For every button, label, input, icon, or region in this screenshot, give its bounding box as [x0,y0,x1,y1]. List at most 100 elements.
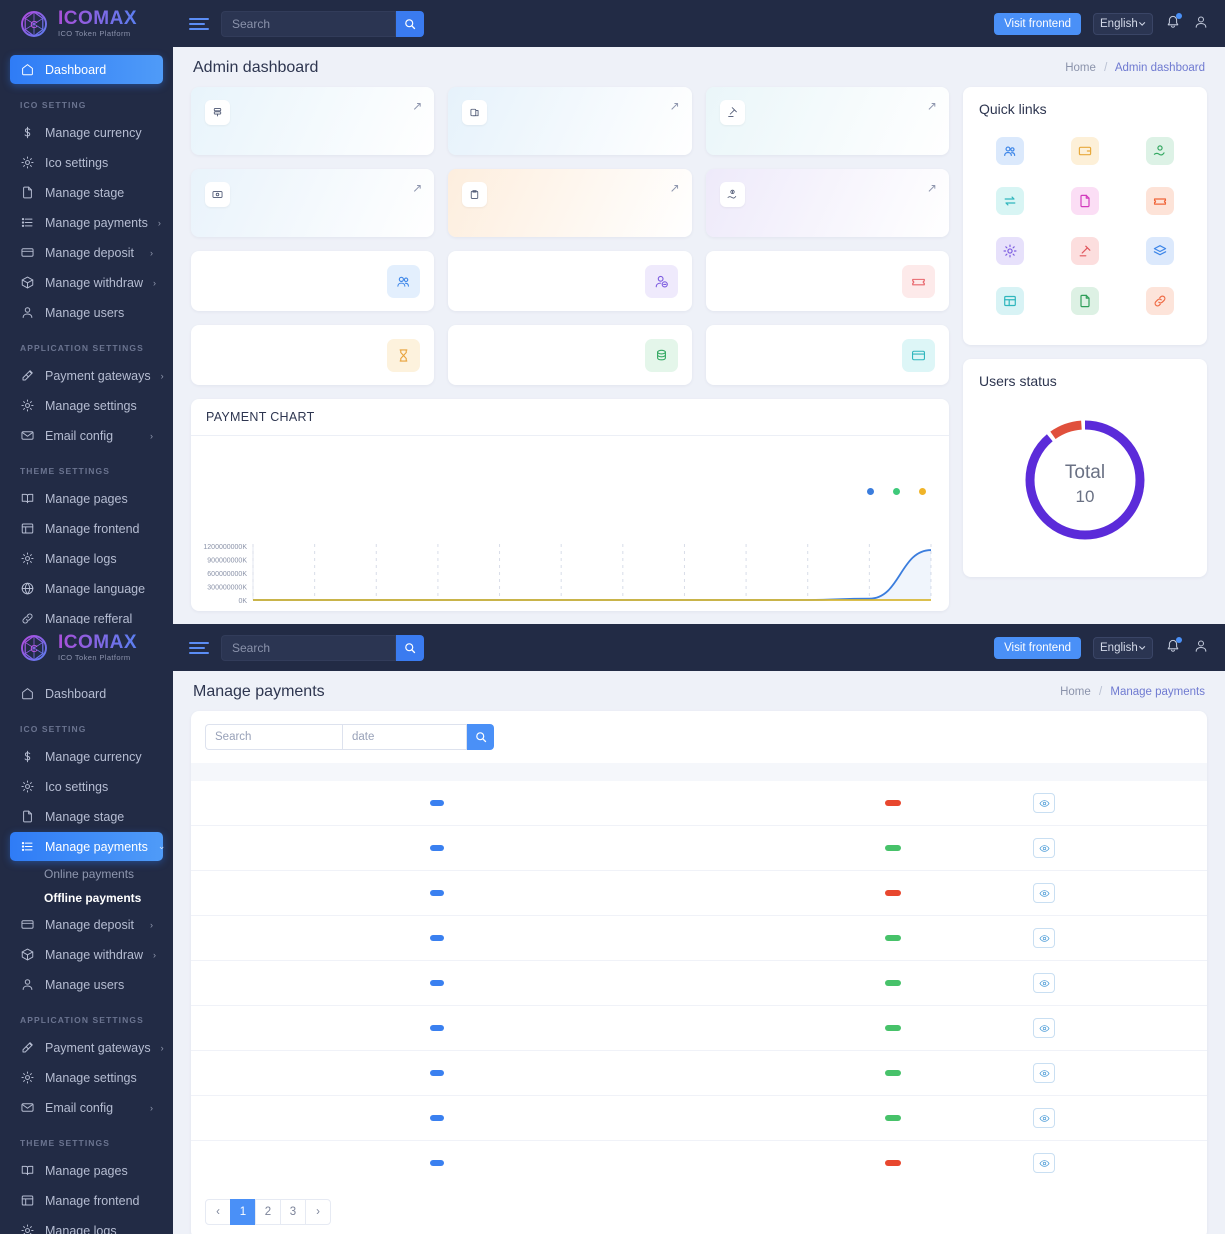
mini-stat-card[interactable] [448,325,691,385]
sidebar-item-payment-gateways[interactable]: Payment gateways › [10,1033,163,1062]
language-select[interactable]: English [1093,637,1153,659]
sidebar-item-manage-settings[interactable]: Manage settings [10,391,163,420]
sidebar-item-manage-deposit[interactable]: Manage deposit › [10,910,163,939]
stat-card[interactable]: ↗ [191,169,434,237]
sidebar-item-manage-withdraw[interactable]: Manage withdraw › [10,268,163,297]
payments-date-input[interactable] [342,724,467,750]
sidebar-item-dashboard[interactable]: Dashboard [10,55,163,84]
search-button[interactable] [396,635,424,661]
sidebar-item-payment-gateways[interactable]: Payment gateways › [10,361,163,390]
breadcrumb-home[interactable]: Home [1065,62,1096,74]
mini-stat-card[interactable] [706,251,949,311]
quick-link-logs[interactable] [1048,279,1123,329]
view-details-button[interactable] [1033,973,1055,993]
quick-link-users[interactable] [973,129,1048,179]
menu-toggle-icon[interactable] [189,639,209,657]
payments-search-button[interactable] [467,724,494,750]
quick-link-payments[interactable] [973,179,1048,229]
sidebar-subitem-offline-payments[interactable]: Offline payments [10,886,163,910]
sidebar-item-manage-withdraw[interactable]: Manage withdraw › [10,940,163,969]
visit-frontend-button[interactable]: Visit frontend [994,637,1081,659]
sidebar-item-manage-settings[interactable]: Manage settings [10,1063,163,1092]
search-input[interactable] [221,11,396,37]
sidebar-item-manage-pages[interactable]: Manage pages [10,484,163,513]
menu-toggle-icon[interactable] [189,15,209,33]
sidebar-item-manage-language[interactable]: Manage language [10,574,163,603]
stat-card[interactable]: ↗ [448,87,691,155]
arrow-up-right-icon[interactable]: ↗ [670,99,680,113]
stat-card[interactable]: ↗ [706,169,949,237]
quick-link-auctions[interactable] [1048,229,1123,279]
language-select[interactable]: English [1093,13,1153,35]
sidebar-item-email-config[interactable]: Email config › [10,421,163,450]
mini-stat-card[interactable] [191,251,434,311]
stat-card[interactable]: ↗ [191,87,434,155]
pagination-page-2[interactable]: 2 [255,1199,281,1225]
sidebar-item-manage-deposit[interactable]: Manage deposit › [10,238,163,267]
breadcrumb-home[interactable]: Home [1060,686,1091,698]
sidebar-item-manage-logs[interactable]: Manage logs [10,1216,163,1234]
stat-card[interactable]: ↗ [448,169,691,237]
pagination-prev[interactable]: ‹ [205,1199,231,1225]
sidebar-subitem-online-payments[interactable]: Online payments [10,862,163,886]
sidebar-item-manage-currency[interactable]: Manage currency [10,118,163,147]
stat-card[interactable]: ↗ [706,87,949,155]
mini-stat-card[interactable] [706,325,949,385]
sidebar-item-manage-users[interactable]: Manage users [10,298,163,327]
visit-frontend-button[interactable]: Visit frontend [994,13,1081,35]
pagination-page-1[interactable]: 1 [230,1199,256,1225]
quick-link-tickets[interactable] [1122,179,1197,229]
sidebar-item-manage-refferal[interactable]: Manage refferal [10,604,163,624]
legend-item[interactable] [919,488,931,495]
arrow-up-right-icon[interactable]: ↗ [927,181,937,195]
quick-link-settings[interactable] [973,229,1048,279]
notifications-button[interactable] [1165,638,1181,657]
quick-link-frontend[interactable] [973,279,1048,329]
sidebar-item-manage-currency[interactable]: Manage currency [10,742,163,771]
quick-link-deposit[interactable] [1048,129,1123,179]
view-details-button[interactable] [1033,1018,1055,1038]
view-details-button[interactable] [1033,1108,1055,1128]
arrow-up-right-icon[interactable]: ↗ [670,181,680,195]
sidebar-item-manage-payments[interactable]: Manage payments ⌄ [10,832,163,861]
sidebar-item-manage-frontend[interactable]: Manage frontend [10,1186,163,1215]
mini-stat-card[interactable] [448,251,691,311]
view-details-button[interactable] [1033,1153,1055,1173]
sidebar-item-manage-users[interactable]: Manage users [10,970,163,999]
quick-link-withdraw[interactable] [1122,129,1197,179]
view-details-button[interactable] [1033,883,1055,903]
quick-link-referral[interactable] [1122,279,1197,329]
sidebar-item-manage-stage[interactable]: Manage stage [10,178,163,207]
brand-logo[interactable]: C ICOMAX ICO Token Platform [0,0,173,47]
brand-logo[interactable]: C ICOMAX ICO Token Platform [0,624,173,671]
mini-stat-card[interactable] [191,325,434,385]
sidebar-item-ico-settings[interactable]: Ico settings [10,772,163,801]
pagination-next[interactable]: › [305,1199,331,1225]
quick-link-reports[interactable] [1048,179,1123,229]
quick-link-stage[interactable] [1122,229,1197,279]
avatar[interactable] [1193,14,1209,33]
payments-search-input[interactable] [205,724,342,750]
arrow-up-right-icon[interactable]: ↗ [412,181,422,195]
sidebar-item-dashboard[interactable]: Dashboard [10,679,163,708]
sidebar-item-ico-settings[interactable]: Ico settings [10,148,163,177]
legend-item[interactable] [867,488,879,495]
sidebar-item-manage-pages[interactable]: Manage pages [10,1156,163,1185]
sidebar-item-email-config[interactable]: Email config › [10,1093,163,1122]
search-button[interactable] [396,11,424,37]
arrow-up-right-icon[interactable]: ↗ [927,99,937,113]
arrow-up-right-icon[interactable]: ↗ [412,99,422,113]
search-input[interactable] [221,635,396,661]
sidebar-item-manage-stage[interactable]: Manage stage [10,802,163,831]
view-details-button[interactable] [1033,838,1055,858]
view-details-button[interactable] [1033,1063,1055,1083]
sidebar-item-manage-frontend[interactable]: Manage frontend [10,514,163,543]
sidebar-item-manage-logs[interactable]: Manage logs [10,544,163,573]
notifications-button[interactable] [1165,14,1181,33]
sidebar-item-manage-payments[interactable]: Manage payments › [10,208,163,237]
pagination-page-3[interactable]: 3 [280,1199,306,1225]
legend-item[interactable] [893,488,905,495]
view-details-button[interactable] [1033,793,1055,813]
view-details-button[interactable] [1033,928,1055,948]
avatar[interactable] [1193,638,1209,657]
